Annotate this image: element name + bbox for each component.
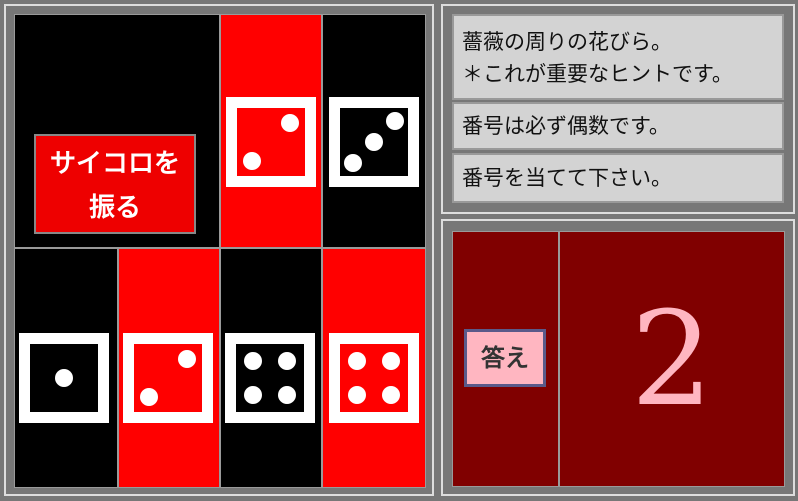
roll-dice-button[interactable]: サイコロを 振る (34, 134, 196, 234)
pip (365, 133, 383, 151)
pip (278, 386, 296, 404)
die-1 (226, 97, 316, 187)
pip (178, 350, 196, 368)
pip (278, 352, 296, 370)
hint-3-line1: 番号を当てて下さい。 (462, 166, 672, 190)
die-6 (329, 333, 419, 423)
die-4 (123, 333, 213, 423)
roll-button-line2: 振る (88, 193, 141, 223)
hint-1-line2: ＊これが重要なヒントです。 (462, 62, 733, 86)
pip (281, 114, 299, 132)
roll-button-line1: サイコロを (49, 149, 180, 179)
pip (140, 388, 158, 406)
pip (382, 386, 400, 404)
hint-3: 番号を当てて下さい。 (452, 153, 784, 203)
pip (344, 154, 362, 172)
hint-1-line1: 薔薇の周りの花びら。 (462, 30, 672, 54)
die-2 (329, 97, 419, 187)
pip (382, 352, 400, 370)
pip (244, 386, 262, 404)
hint-2: 番号は必ず偶数です。 (452, 102, 784, 150)
hint-2-line1: 番号は必ず偶数です。 (462, 114, 670, 138)
pip (243, 152, 261, 170)
pip (386, 112, 404, 130)
die-5 (225, 333, 315, 423)
hint-1: 薔薇の周りの花びら。 ＊これが重要なヒントです。 (452, 14, 784, 100)
pip (348, 352, 366, 370)
answer-number: 2 (630, 283, 714, 435)
pip (348, 386, 366, 404)
pip (55, 369, 73, 387)
die-3 (19, 333, 109, 423)
answer-button[interactable]: 答え (464, 329, 546, 387)
pip (244, 352, 262, 370)
